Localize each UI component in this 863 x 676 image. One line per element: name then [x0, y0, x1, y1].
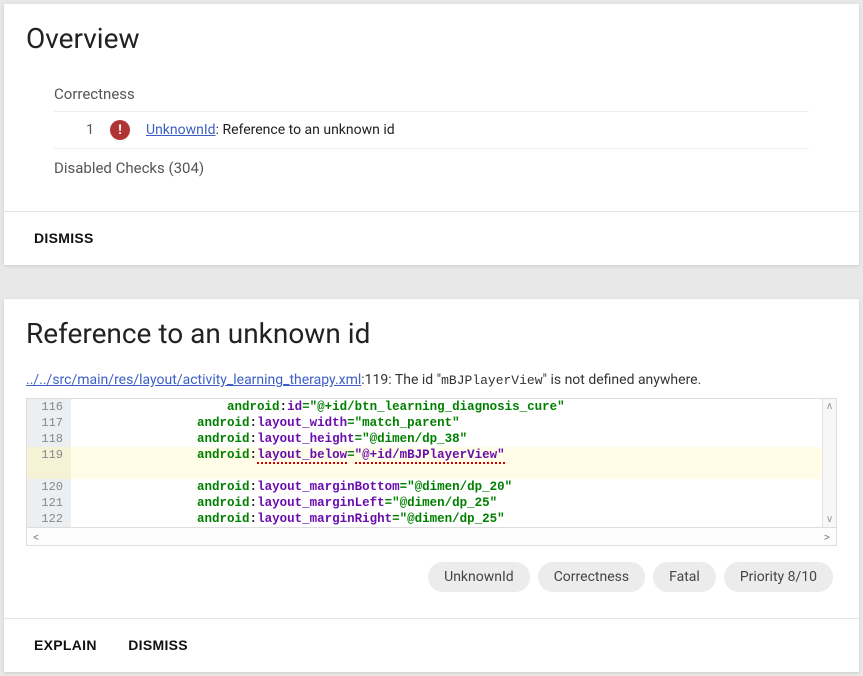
chip-correctness[interactable]: Correctness — [538, 562, 645, 592]
chip-fatal[interactable]: Fatal — [653, 562, 716, 592]
issue-id-link[interactable]: UnknownId — [146, 122, 216, 138]
overview-card: Overview Correctness 1 ! UnknownId: Refe… — [4, 4, 859, 265]
disabled-checks-row[interactable]: Disabled Checks (304) — [54, 149, 809, 187]
file-path-link[interactable]: ../../src/main/res/layout/activity_learn… — [26, 372, 361, 388]
issue-count: 1 — [78, 122, 94, 138]
horizontal-scrollbar[interactable]: < > — [27, 527, 836, 545]
scroll-up-icon[interactable]: ∧ — [826, 401, 833, 412]
dismiss-button[interactable]: DISMISS — [34, 230, 94, 246]
code-line: 119 android:layout_below="@+id/mBJPlayer… — [27, 447, 836, 463]
code-line: 121 android:layout_marginLeft="@dimen/dp… — [27, 495, 836, 511]
overview-title: Overview — [26, 22, 837, 55]
issue-detail-card: Reference to an unknown id ../../src/mai… — [4, 299, 859, 672]
scroll-down-icon[interactable]: ∨ — [826, 514, 833, 525]
detail-title: Reference to an unknown id — [26, 317, 837, 350]
code-line: 116 android:id="@+id/btn_learning_diagno… — [27, 399, 836, 415]
chip-priority-8-10[interactable]: Priority 8/10 — [724, 562, 833, 592]
issue-desc: Reference to an unknown id — [222, 122, 394, 138]
code-line — [27, 463, 836, 479]
error-icon: ! — [110, 120, 130, 140]
explain-button[interactable]: EXPLAIN — [34, 637, 97, 653]
code-line: 120 android:layout_marginBottom="@dimen/… — [27, 479, 836, 495]
chip-row: UnknownId Correctness Fatal Priority 8/10 — [30, 562, 833, 592]
scroll-left-icon[interactable]: < — [33, 530, 39, 544]
vertical-scrollbar[interactable]: ∧ ∨ — [822, 399, 836, 527]
code-line: 117 android:layout_width="match_parent" — [27, 415, 836, 431]
code-line: 118 android:layout_height="@dimen/dp_38" — [27, 431, 836, 447]
chip-unknownid[interactable]: UnknownId — [428, 562, 530, 592]
category-correctness[interactable]: Correctness — [54, 77, 809, 112]
issue-row[interactable]: 1 ! UnknownId: Reference to an unknown i… — [54, 112, 809, 149]
scroll-right-icon[interactable]: > — [824, 530, 830, 544]
code-line: 122 android:layout_marginRight="@dimen/d… — [27, 511, 836, 527]
code-snippet: 116 android:id="@+id/btn_learning_diagno… — [26, 398, 837, 546]
dismiss-button[interactable]: DISMISS — [128, 637, 188, 653]
